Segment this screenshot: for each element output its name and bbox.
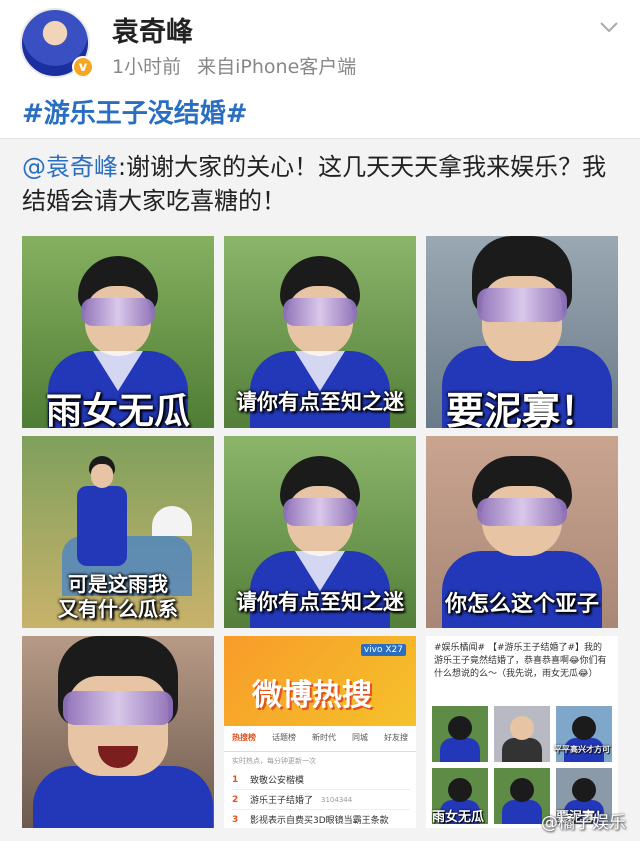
hot-tab[interactable]: 话题榜 bbox=[272, 732, 296, 751]
grid-image-5[interactable]: 请你有点至知之迷 bbox=[224, 436, 416, 628]
post-meta: 1小时前 来自iPhone客户端 bbox=[112, 52, 366, 79]
hot-search-item[interactable]: 2 游乐王子结婚了 3104344 bbox=[232, 790, 410, 810]
hot-search-tabs: 热搜榜 话题榜 新时代 同城 好友搜 bbox=[224, 732, 416, 752]
image-caption: 可是这雨我 又有什么瓜系 bbox=[58, 572, 178, 621]
image-caption: 雨女无瓜 bbox=[45, 391, 190, 428]
image-caption: 要泥寡！ bbox=[445, 389, 598, 428]
hot-search-note: 实时热点，每分钟更新一次 bbox=[232, 757, 316, 765]
grid-image-6[interactable]: 你怎么这个亚子 bbox=[426, 436, 618, 628]
hot-search-item[interactable]: 3 影视表示自费买3D眼镜当霸王条款 bbox=[232, 810, 410, 828]
divider bbox=[0, 138, 640, 139]
repost-mention[interactable]: @袁奇峰 bbox=[22, 153, 118, 181]
hot-tab[interactable]: 新时代 bbox=[312, 732, 336, 751]
weibo-thumb bbox=[494, 706, 550, 762]
watermark: @橘子娱乐 bbox=[541, 813, 626, 833]
verified-badge-icon: v bbox=[72, 56, 94, 78]
weibo-post-screenshot[interactable]: #娱乐橘闻# 【#游乐王子结婚了#】我的游乐王子竟然结婚了，恭喜恭喜啊😂你们有什… bbox=[426, 636, 618, 828]
hot-tab[interactable]: 好友搜 bbox=[384, 732, 408, 751]
post-source: 来自iPhone客户端 bbox=[197, 56, 357, 78]
grid-image-4[interactable]: 可是这雨我 又有什么瓜系 bbox=[22, 436, 214, 628]
chevron-down-icon[interactable] bbox=[598, 16, 620, 38]
weibo-card-text: #娱乐橘闻# 【#游乐王子结婚了#】我的游乐王子竟然结婚了，恭喜恭喜啊😂你们有什… bbox=[434, 643, 607, 679]
post-hashtag[interactable]: #游乐王子没结婚# bbox=[22, 93, 248, 130]
image-caption: 请你有点至知之迷 bbox=[236, 390, 404, 414]
repost-text: @袁奇峰:谢谢大家的关心！这几天天天拿我来娱乐？我结婚会请大家吃喜糖的！ bbox=[22, 150, 622, 218]
hot-search-list: 1 致敬公安楷模 2 游乐王子结婚了 3104344 3 影视表示自费买3D眼镜当霸王条… bbox=[232, 770, 410, 828]
image-caption: 你怎么这个亚子 bbox=[444, 592, 599, 617]
post-header: v 袁奇峰 1小时前 来自iPhone客户端 bbox=[0, 0, 640, 92]
weibo-thumb-caption: 雨女无瓜 bbox=[432, 810, 485, 825]
post-time: 1小时前 bbox=[112, 56, 182, 78]
hot-search-ad: vivo X27 bbox=[360, 644, 406, 656]
grid-image-3[interactable]: 要泥寡！ bbox=[426, 236, 618, 428]
weibo-thumb-caption: 平平高兴才方可 bbox=[554, 745, 610, 754]
weibo-thumb bbox=[432, 706, 488, 762]
hot-search-title: 微博热搜 bbox=[252, 678, 372, 713]
hot-tab[interactable]: 热搜榜 bbox=[232, 732, 256, 751]
hot-tab[interactable]: 同城 bbox=[352, 732, 368, 751]
grid-image-1[interactable]: 雨女无瓜 bbox=[22, 236, 214, 428]
username[interactable]: 袁奇峰 bbox=[112, 10, 193, 49]
hot-search-item[interactable]: 1 致敬公安楷模 bbox=[232, 770, 410, 790]
grid-image-7[interactable] bbox=[22, 636, 214, 828]
image-caption: 请你有点至知之迷 bbox=[236, 590, 404, 614]
grid-image-2[interactable]: 请你有点至知之迷 bbox=[224, 236, 416, 428]
hot-search-screenshot[interactable]: vivo X27 微博热搜 热搜榜 话题榜 新时代 同城 好友搜 实时热点，每分… bbox=[224, 636, 416, 828]
